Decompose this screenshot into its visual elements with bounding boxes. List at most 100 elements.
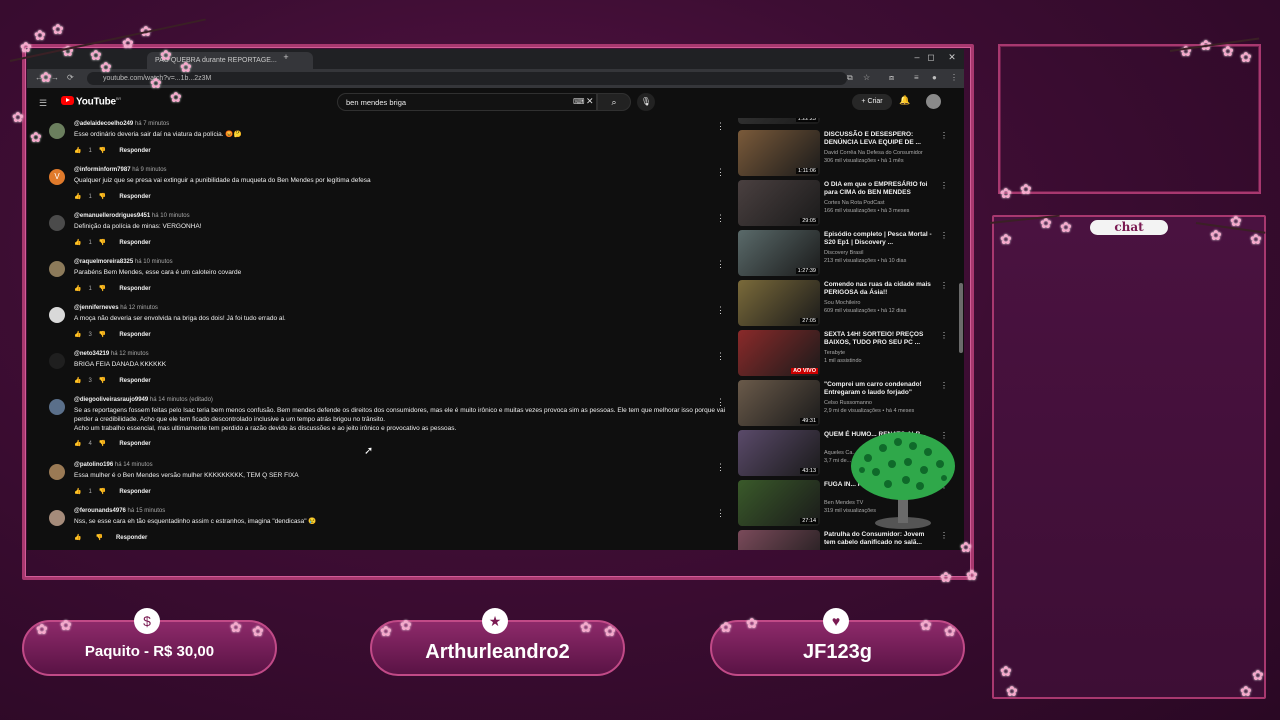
dislike-icon[interactable]: 👎 [99,489,106,495]
like-icon[interactable]: 👍 [74,148,81,154]
commenter-avatar[interactable]: V [49,169,65,185]
video-channel[interactable]: Celso Russomanno [824,400,939,406]
video-channel[interactable]: Sou Mochileiro [824,300,939,306]
video-channel[interactable]: David Corrêa Na Defesa do Consumidor [824,150,939,156]
dislike-icon[interactable]: 👎 [99,148,106,154]
commenter-avatar[interactable] [49,215,65,231]
like-icon[interactable]: 👍 [74,535,81,541]
reply-button[interactable]: Responder [119,286,150,292]
forward-arrow-icon[interactable]: → [51,73,59,82]
comment-menu-icon[interactable]: ⋮ [716,213,725,224]
page-scrollbar[interactable] [958,118,964,550]
related-video-item[interactable]: 27:05 Comendo nas ruas da cidade mais PE… [737,280,957,328]
video-menu-icon[interactable]: ⋮ [940,281,948,290]
comment-menu-icon[interactable]: ⋮ [716,508,725,519]
comment-menu-icon[interactable]: ⋮ [716,305,725,316]
video-thumbnail[interactable]: 27:05 [738,280,820,326]
install-icon[interactable]: ⧉ [847,73,853,83]
reply-button[interactable]: Responder [119,148,150,154]
search-button[interactable]: ⌕ [597,93,631,111]
comment-username[interactable]: @ferounands4976 [74,508,126,514]
video-menu-icon[interactable]: ⋮ [940,231,948,240]
comment-menu-icon[interactable]: ⋮ [716,121,725,132]
like-icon[interactable]: 👍 [74,240,81,246]
bookmark-star-icon[interactable]: ☆ [863,73,870,82]
keyboard-icon[interactable]: ⌨ [573,97,585,106]
like-icon[interactable]: 👍 [74,378,81,384]
video-menu-icon[interactable]: ⋮ [940,381,948,390]
dislike-icon[interactable]: 👎 [99,378,106,384]
video-channel[interactable]: Terabyte [824,350,939,356]
commenter-avatar[interactable] [49,399,65,415]
video-thumbnail[interactable]: AO VIVO [738,330,820,376]
comment-menu-icon[interactable]: ⋮ [716,259,725,270]
new-tab-button[interactable]: + [279,52,293,62]
reply-button[interactable]: Responder [119,441,150,447]
comment-username[interactable]: @adelaidecoelho249 [74,121,133,127]
comment-menu-icon[interactable]: ⋮ [716,167,725,178]
profile-icon[interactable]: ● [932,73,937,82]
video-title[interactable]: Comendo nas ruas da cidade mais PERIGOSA… [824,281,934,297]
reply-button[interactable]: Responder [119,194,150,200]
commenter-avatar[interactable] [49,353,65,369]
notifications-bell-icon[interactable]: 🔔 [899,95,910,106]
like-icon[interactable]: 👍 [74,194,81,200]
video-title[interactable]: SEXTA 14H! SORTEIO! PREÇOS BAIXOS, TUDO … [824,331,934,347]
dislike-icon[interactable]: 👎 [95,535,102,541]
video-thumbnail[interactable]: 29:05 [738,180,820,226]
video-thumbnail[interactable]: 43:13 [738,430,820,476]
dislike-icon[interactable]: 👎 [99,286,106,292]
dislike-icon[interactable]: 👎 [99,441,106,447]
dislike-icon[interactable]: 👎 [99,194,106,200]
video-thumbnail[interactable] [738,530,820,550]
dislike-icon[interactable]: 👎 [99,240,106,246]
comment-username[interactable]: @raquelmoreira8325 [74,259,133,265]
commenter-avatar[interactable] [49,307,65,323]
minimize-button[interactable]: – [910,52,924,62]
video-menu-icon[interactable]: ⋮ [940,131,948,140]
comment-username[interactable]: @informinform7987 [74,167,131,173]
close-window-button[interactable]: ✕ [945,52,959,63]
url-input[interactable]: youtube.com/watch?v=...1b...2z3M [87,72,847,85]
reload-icon[interactable]: ⟳ [67,73,74,82]
youtube-logo[interactable]: YouTubeBR [61,96,121,107]
menu-kebab-icon[interactable]: ⋮ [950,73,958,82]
dislike-icon[interactable]: 👎 [99,332,106,338]
comment-menu-icon[interactable]: ⋮ [716,397,725,408]
commenter-avatar[interactable] [49,261,65,277]
comment-menu-icon[interactable]: ⋮ [716,351,725,362]
video-menu-icon[interactable]: ⋮ [940,181,948,190]
comment-username[interactable]: @neto34219 [74,351,109,357]
video-title[interactable]: DISCUSSÃO E DESESPERO: DENÚNCIA LEVA EQU… [824,131,934,147]
search-input[interactable]: ben mendes briga [337,93,597,111]
hamburger-menu-icon[interactable]: ☰ [39,98,47,109]
video-menu-icon[interactable]: ⋮ [940,331,948,340]
related-video-item[interactable]: 49:31 "Comprei um carro condenado! Entre… [737,380,957,428]
like-icon[interactable]: 👍 [74,332,81,338]
video-thumbnail[interactable]: 1:11:06 [738,130,820,176]
video-thumbnail[interactable]: 49:31 [738,380,820,426]
like-icon[interactable]: 👍 [74,286,81,292]
video-title[interactable]: Episódio completo | Pesca Mortal - S20 E… [824,231,934,247]
video-title[interactable]: "Comprei um carro condenado! Entregaram … [824,381,934,397]
clear-search-icon[interactable]: ✕ [586,96,594,107]
commenter-avatar[interactable] [49,464,65,480]
related-video-item[interactable]: 1:27:39 Episódio completo | Pesca Mortal… [737,230,957,278]
video-title[interactable]: O DIA em que o EMPRESÁRIO foi para CIMA … [824,181,934,197]
reply-button[interactable]: Responder [119,489,150,495]
video-channel[interactable]: Cortes Na Rota PodCast [824,200,939,206]
video-thumbnail[interactable]: 1:22:23 [738,118,820,124]
video-thumbnail[interactable]: 27:14 [738,480,820,526]
voice-search-button[interactable]: 🎙 [637,93,655,111]
like-icon[interactable]: 👍 [74,489,81,495]
commenter-avatar[interactable] [49,123,65,139]
scrollbar-thumb[interactable] [959,283,963,353]
comment-username[interactable]: @diegooliveirasraujo9949 [74,397,148,403]
extensions-icon[interactable]: ⧈ [889,73,894,83]
reply-button[interactable]: Responder [119,378,150,384]
media-icon[interactable]: ≡ [914,73,919,82]
comment-menu-icon[interactable]: ⋮ [716,462,725,473]
comment-username[interactable]: @emanuellerodrigues9451 [74,213,150,219]
reply-button[interactable]: Responder [119,332,150,338]
related-video-item[interactable]: 29:05 O DIA em que o EMPRESÁRIO foi para… [737,180,957,228]
